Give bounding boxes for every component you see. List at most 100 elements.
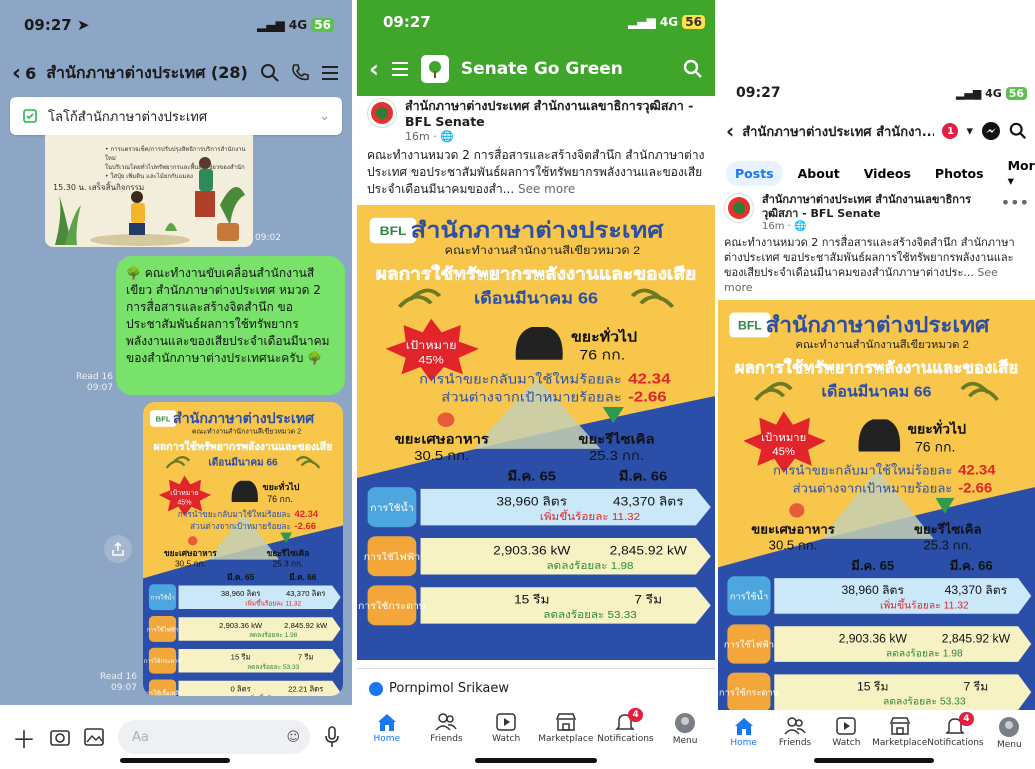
chevron-left-icon: ‹: [12, 60, 22, 86]
home-indicator: [120, 758, 230, 763]
back-button[interactable]: ‹ 6: [12, 61, 36, 86]
group-logo-icon: [420, 55, 449, 83]
recycle-rate-value: 42.34: [958, 463, 996, 479]
post-author[interactable]: สำนักภาษาต่างประเทศ สำนักงานเลขาธิการวุฒ…: [762, 193, 993, 221]
message-input[interactable]: Aa ☺: [118, 720, 310, 754]
image-icon[interactable]: [84, 728, 104, 746]
nav-menu[interactable]: Menu: [984, 716, 1035, 750]
poster-month: เดือนมีนาคม 66: [474, 289, 598, 307]
camera-icon[interactable]: [50, 728, 70, 746]
nav-marketplace[interactable]: Marketplace: [872, 716, 927, 748]
image-message[interactable]: • การแตรวจเช็ค/การปรับปรุงสิทธิการบริการ…: [45, 135, 253, 247]
nav-label: Notifications: [597, 734, 654, 744]
electricity-cur: 2,845.92 kW: [284, 621, 328, 630]
logo-text: BFL: [738, 319, 762, 333]
read-label: Read 16: [76, 372, 113, 382]
nav-notifications[interactable]: Notifications 4: [927, 712, 984, 748]
page-title: สำนักภาษาต่างประเทศ สำนักงา...: [742, 124, 935, 140]
network-label: 4G: [288, 18, 308, 32]
page-navbar: ‹ สำนักภาษาต่างประเทศ สำนักงา... 1 ▾: [718, 114, 1035, 148]
home-icon: [376, 712, 398, 732]
recycle-label: ขยะรีไซเคิล: [914, 521, 982, 537]
nav-menu[interactable]: Menu: [656, 712, 714, 746]
post-meta: 16m · 🌐: [405, 130, 454, 143]
clock: 09:27: [736, 85, 781, 101]
nav-watch[interactable]: Watch: [821, 716, 872, 748]
menu-icon[interactable]: [320, 64, 340, 82]
page-avatar[interactable]: [367, 98, 397, 128]
share-icon: [112, 542, 124, 556]
search-icon[interactable]: [1009, 122, 1027, 140]
microphone-icon[interactable]: [324, 726, 340, 748]
diff-label: ส่วนต่างจากเป้าหมายร้อยละ: [793, 481, 953, 496]
poster-content: BFL สำนักภาษาต่างประเทศคณะทำงานสำนักงานสี…: [143, 402, 343, 696]
nav-label: Notifications: [927, 738, 984, 748]
poster-image-small[interactable]: BFL สำนักภาษาต่างประเทศ คณะทำงานสำนักงานสี…: [143, 402, 343, 696]
nav-marketplace[interactable]: Marketplace: [537, 712, 595, 744]
nav-watch[interactable]: Watch: [477, 712, 535, 744]
paper-change: ลดลงร้อยละ 53.33: [247, 663, 299, 671]
chevron-down-icon[interactable]: ⌄: [319, 109, 330, 124]
pinned-announcement[interactable]: โลโก้สำนักภาษาต่างประเทศ ⌄: [10, 97, 342, 135]
messenger-icon[interactable]: [981, 121, 1001, 141]
poster-image[interactable]: BFL สำนักภาษาต่างประเทศ คณะทำงานสำนักงานสี…: [357, 205, 715, 660]
paper-label: การใช้กระดาษ: [719, 688, 779, 698]
nav-notifications[interactable]: Notifications 4: [596, 708, 654, 744]
tab-videos[interactable]: Videos: [855, 161, 920, 186]
apple-core-icon: [789, 503, 805, 518]
back-icon[interactable]: ‹: [726, 119, 734, 143]
caret-down-icon[interactable]: ▾: [966, 124, 973, 139]
nav-friends[interactable]: Friends: [417, 712, 475, 744]
tab-photos[interactable]: Photos: [926, 161, 993, 186]
hamburger-icon[interactable]: [391, 61, 409, 77]
tab-more[interactable]: More ▾: [999, 153, 1035, 193]
nav-home[interactable]: Home: [358, 712, 416, 744]
comment-author-row[interactable]: Pornpimol Srikaew: [357, 668, 715, 708]
chat-message-bubble[interactable]: 🌳 คณะทำงานขับเคลื่อนสำนักงานสีเขียว สำนั…: [116, 256, 345, 395]
year-prev: มี.ค. 65: [508, 469, 557, 484]
water-prev: 38,960 ลิตร: [496, 494, 567, 508]
general-waste-value: 76 กก.: [915, 440, 955, 455]
read-time: 09:07: [111, 683, 137, 693]
see-more-link[interactable]: See more: [518, 182, 575, 196]
paper-change: ลดลงร้อยละ 53.33: [883, 696, 966, 708]
recycle-rate-label: การนำขยะกลับมาใช้ใหม่ร้อยละ: [773, 463, 952, 478]
nav-home[interactable]: Home: [718, 716, 769, 748]
nav-label: Menu: [672, 736, 698, 746]
food-waste-value: 30.5 กก.: [414, 448, 469, 463]
post-text-block: คณะทำงานหมวด 2 การสื่อสารและสร้างจิตสำนึ…: [367, 147, 705, 198]
plus-icon[interactable]: ＋: [12, 720, 36, 755]
poster-headline: ผลการใช้ทรัพยากรพลังงานและของเสีย: [735, 357, 1019, 376]
page-avatar[interactable]: [724, 193, 754, 223]
phone-icon[interactable]: [290, 63, 310, 83]
electricity-change: ลดลงร้อยละ 1.98: [249, 631, 298, 639]
back-icon[interactable]: ‹: [369, 55, 379, 83]
recycle-value: 25.3 กก.: [589, 448, 644, 463]
electricity-prev: 2,903.36 kW: [219, 621, 263, 630]
nav-label: Home: [730, 738, 757, 748]
notification-badge[interactable]: 1: [942, 123, 959, 139]
pinned-text: โลโก้สำนักภาษาต่างประเทศ: [48, 109, 208, 125]
watch-icon: [495, 712, 517, 732]
clock: 09:27: [383, 13, 431, 31]
search-icon[interactable]: [260, 63, 280, 83]
target-value: 45%: [772, 446, 795, 458]
tab-posts[interactable]: Posts: [726, 160, 783, 186]
general-waste-value: 76 กก.: [267, 494, 293, 504]
post-author[interactable]: สำนักภาษาต่างประเทศ สำนักงานเลขาธิการวุฒ…: [405, 98, 705, 130]
nav-label: Marketplace: [872, 738, 928, 748]
friends-icon: [435, 712, 458, 732]
tab-about[interactable]: About: [789, 161, 849, 186]
emoji-icon[interactable]: ☺: [286, 730, 300, 745]
nav-label: Friends: [430, 734, 463, 744]
watch-icon: [835, 716, 857, 736]
back-count: 6: [25, 63, 37, 83]
more-options-icon[interactable]: •••: [1001, 193, 1029, 212]
group-navbar: ‹ Senate Go Green: [357, 44, 715, 94]
nav-friends[interactable]: Friends: [769, 716, 820, 748]
share-button[interactable]: [104, 535, 132, 563]
target-label: เป้าหมาย: [406, 339, 457, 352]
electricity-change: ลดลงร้อยละ 1.98: [886, 648, 963, 660]
search-icon[interactable]: [683, 59, 703, 79]
poster-image[interactable]: BFL สำนักภาษาต่างประเทศ คณะทำงานสำนักงานสี…: [718, 300, 1035, 710]
